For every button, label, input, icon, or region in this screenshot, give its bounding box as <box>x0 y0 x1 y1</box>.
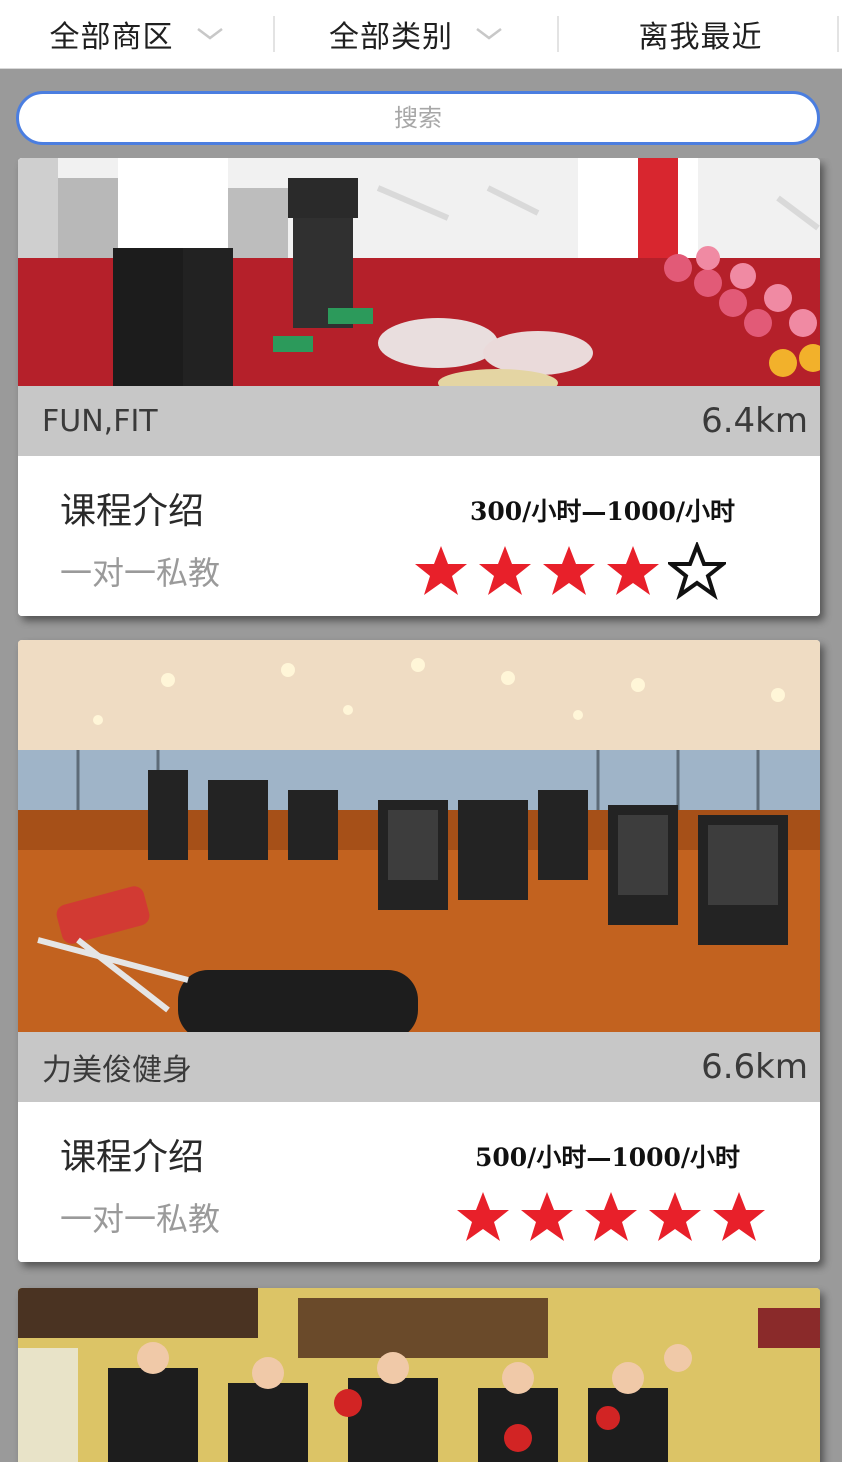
rating-stars <box>454 1188 768 1246</box>
price-range: 500/小时—1000/小时 <box>475 1143 741 1172</box>
price-range: 300/小时—1000/小时 <box>470 497 736 526</box>
star-filled-icon <box>585 1192 637 1241</box>
star-filled-icon <box>521 1192 573 1241</box>
star-filled-icon <box>479 546 531 595</box>
course-type: 一对一私教 <box>60 1200 221 1238</box>
sort-filter-label: 离我最近 <box>638 20 763 55</box>
divider <box>837 16 839 52</box>
gym-distance: 6.6km <box>701 1047 808 1087</box>
star-empty-icon <box>668 542 726 600</box>
gym-card[interactable] <box>18 1288 820 1462</box>
star-filled-icon <box>607 546 659 595</box>
gym-photo-illustration <box>18 640 820 1032</box>
star-filled-icon <box>649 1192 701 1241</box>
course-title: 课程介绍 <box>60 491 205 532</box>
gym-photo[interactable] <box>18 1288 820 1462</box>
category-filter[interactable]: 全部类别 <box>275 0 557 68</box>
gym-card[interactable]: 力美俊健身 6.6km 课程介绍 一对一私教 500/小时—1000/小时 <box>18 640 820 1262</box>
search-box <box>16 91 820 145</box>
district-filter-label: 全部商区 <box>49 20 174 55</box>
filter-bar: 全部商区 全部类别 离我最近 <box>0 0 842 69</box>
sort-filter[interactable]: 离我最近 <box>559 0 842 68</box>
category-filter-label: 全部类别 <box>329 20 453 55</box>
gym-info: 课程介绍 一对一私教 500/小时—1000/小时 <box>18 1102 820 1262</box>
gym-name: FUN,FIT <box>42 403 158 439</box>
district-filter[interactable]: 全部商区 <box>0 0 273 68</box>
search-input[interactable] <box>19 93 817 143</box>
chevron-down-icon <box>196 28 223 40</box>
gym-info: 课程介绍 一对一私教 300/小时—1000/小时 <box>18 456 820 616</box>
star-filled-icon <box>415 546 467 595</box>
star-filled-icon <box>457 1192 509 1241</box>
gym-distance: 6.4km <box>701 401 808 441</box>
gym-name: 力美俊健身 <box>42 1053 192 1088</box>
gym-card[interactable]: FUN,FIT 6.4km 课程介绍 一对一私教 300/小时—1000/小时 <box>18 158 820 616</box>
course-type: 一对一私教 <box>60 554 221 592</box>
gym-photo-illustration <box>18 1288 820 1462</box>
star-filled-icon <box>713 1192 765 1241</box>
rating-stars <box>412 542 726 600</box>
gym-meta-bar: 力美俊健身 6.6km <box>18 1032 820 1102</box>
gym-photo-illustration <box>18 158 820 386</box>
course-title: 课程介绍 <box>60 1137 205 1178</box>
gym-list[interactable]: FUN,FIT 6.4km 课程介绍 一对一私教 300/小时—1000/小时 <box>0 158 842 1462</box>
gym-photo[interactable] <box>18 640 820 1032</box>
gym-photo[interactable] <box>18 158 820 386</box>
star-filled-icon <box>543 546 595 595</box>
gym-meta-bar: FUN,FIT 6.4km <box>18 386 820 456</box>
chevron-down-icon <box>476 28 502 40</box>
